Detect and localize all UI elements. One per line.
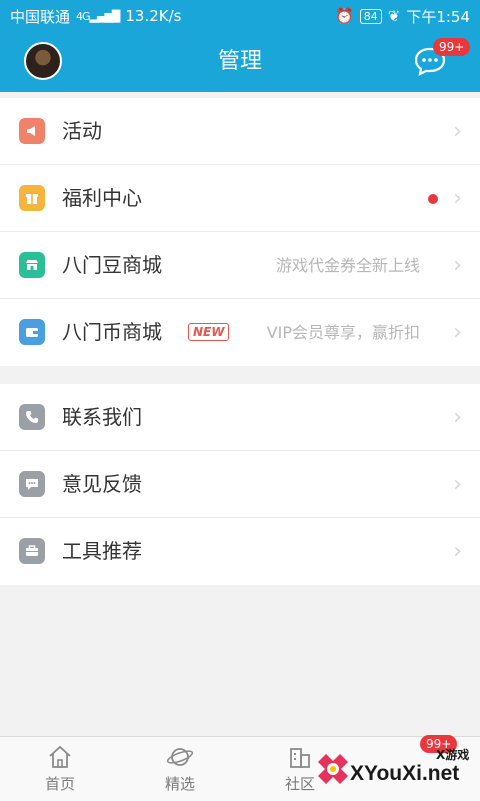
notification-dot (428, 194, 438, 204)
menu-item-tool-recommend[interactable]: 工具推荐 › (0, 518, 480, 585)
status-left: 中国联通 4G▂▄▆█ 13.2K/s (10, 6, 182, 27)
menu-item-label: 工具推荐 (62, 539, 142, 563)
chevron-right-icon: › (453, 539, 462, 564)
chevron-right-icon: › (453, 119, 462, 144)
menu-item-label: 福利中心 (62, 186, 142, 210)
network-type: 4G (76, 9, 90, 23)
menu-item-label: 联系我们 (62, 405, 142, 429)
watermark: X游戏 XYouXi.net (300, 744, 480, 800)
menu-group-secondary: 联系我们 › 意见反馈 › 工具推荐 › (0, 384, 480, 585)
menu-item-welfare-center[interactable]: 福利中心 › (0, 165, 480, 232)
menu-item-coin-mall[interactable]: 八门币商城 NEW VIP会员尊享，赢折扣 › (0, 299, 480, 366)
message-count-badge: 99+ (433, 38, 471, 56)
clock: 下午1:54 (406, 7, 470, 26)
messages-button[interactable]: 99+ (413, 38, 471, 76)
store-icon (19, 252, 45, 278)
menu-item-label: 活动 (62, 119, 102, 143)
page-title: 管理 (217, 49, 262, 74)
menu-item-label: 八门豆商城 (62, 253, 162, 277)
status-right: ⏰ 84 ❦ 下午1:54 (335, 6, 470, 27)
avatar[interactable] (24, 42, 62, 80)
gift-icon (19, 185, 45, 211)
battery-indicator: 84 (359, 8, 382, 24)
menu-item-subtitle: 游戏代金券全新上线 (275, 256, 420, 275)
menu-item-label: 八门币商城 (62, 320, 162, 344)
feedback-icon (19, 471, 45, 497)
alarm-icon: ⏰ (335, 7, 354, 25)
leaf-icon: ❦ (387, 7, 401, 25)
watermark-main-text: XYouXi.net (350, 762, 460, 785)
tab-label: 首页 (44, 775, 75, 793)
chevron-right-icon: › (453, 320, 462, 345)
tab-label: 精选 (164, 775, 195, 793)
tab-home[interactable]: 首页 (30, 743, 90, 794)
chevron-right-icon: › (453, 186, 462, 211)
watermark-top-text: X游戏 (436, 748, 470, 762)
chevron-right-icon: › (453, 472, 462, 497)
new-tag: NEW (188, 323, 230, 341)
menu-item-activity[interactable]: 活动 › (0, 98, 480, 165)
phone-icon (19, 404, 45, 430)
menu-item-bean-mall[interactable]: 八门豆商城 游戏代金券全新上线 › (0, 232, 480, 299)
planet-icon (166, 748, 194, 766)
home-icon (49, 745, 71, 768)
menu-item-feedback[interactable]: 意见反馈 › (0, 451, 480, 518)
menu-item-subtitle: VIP会员尊享，赢折扣 (266, 323, 420, 342)
carrier-label: 中国联通 (10, 7, 71, 26)
menu-item-label: 意见反馈 (62, 472, 142, 496)
chevron-right-icon: › (453, 405, 462, 430)
signal-icon: 4G▂▄▆█ (76, 9, 120, 23)
tab-featured[interactable]: 精选 (150, 743, 210, 794)
chevron-right-icon: › (453, 253, 462, 278)
wallet-icon (19, 319, 45, 345)
menu-group-primary: 活动 › 福利中心 › 八门豆商城 游戏代金券全新上线 › 八门币商城 NEW … (0, 98, 480, 366)
status-bar: 中国联通 4G▂▄▆█ 13.2K/s ⏰ 84 ❦ 下午1:54 (0, 0, 480, 32)
network-speed: 13.2K/s (125, 7, 182, 25)
toolbox-icon (19, 538, 45, 564)
gamepad-logo-icon (318, 754, 348, 784)
megaphone-icon (19, 118, 45, 144)
app-header: 管理 99+ (0, 32, 480, 92)
menu-item-contact-us[interactable]: 联系我们 › (0, 384, 480, 451)
